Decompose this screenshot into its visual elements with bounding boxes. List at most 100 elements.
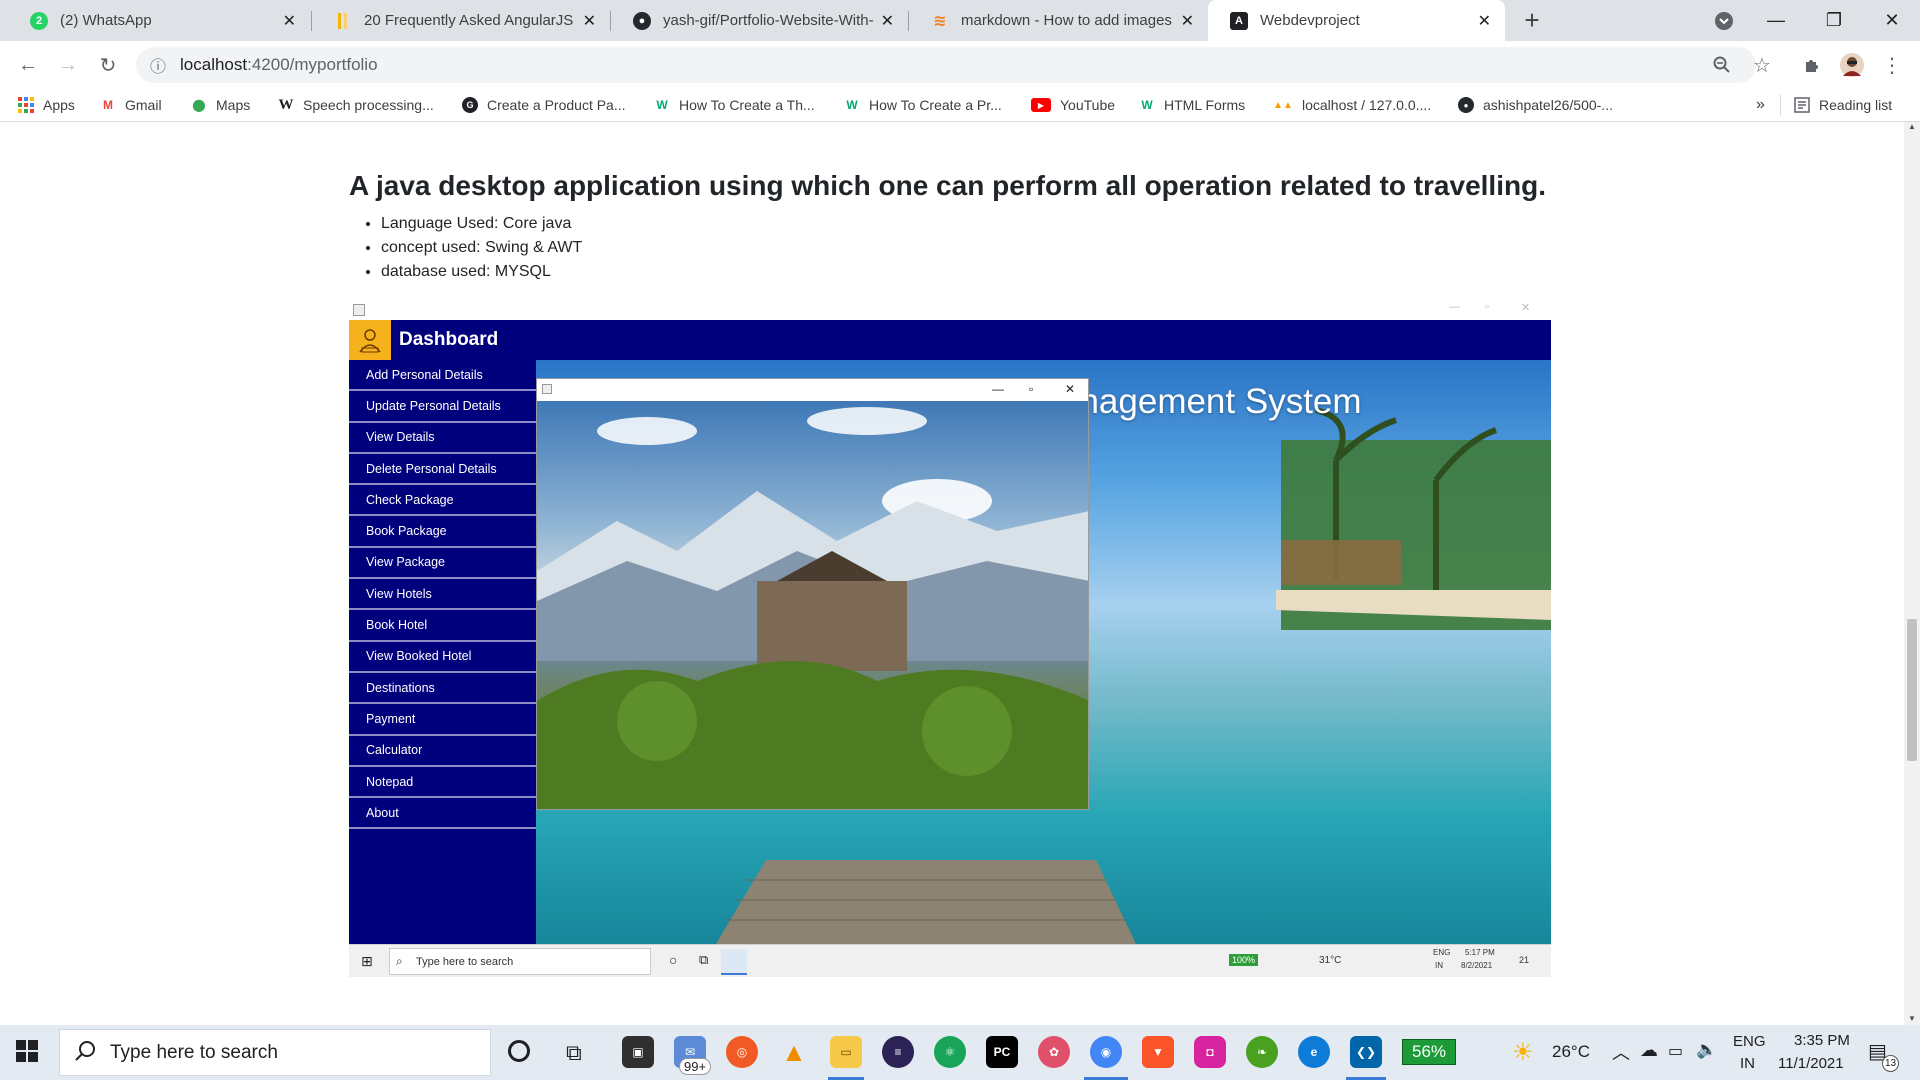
- extensions-puzzle-icon[interactable]: [1796, 49, 1828, 81]
- bookmark-label: Maps: [216, 97, 251, 113]
- language-bottom[interactable]: IN: [1740, 1055, 1755, 1072]
- screenshot-temperature: 31°C: [1319, 955, 1342, 966]
- bookmark-github-ashishpatel[interactable]: ● ashishpatel26/500-...: [1458, 94, 1613, 116]
- w3schools-icon: W: [656, 98, 668, 112]
- reading-list-icon: [1794, 97, 1810, 113]
- task-view-icon[interactable]: ⧉: [566, 1040, 582, 1066]
- vlc-icon[interactable]: ▲: [778, 1036, 810, 1068]
- close-tab-icon[interactable]: ✕: [881, 11, 894, 31]
- bookmark-maps[interactable]: ⬤ Maps: [191, 94, 250, 116]
- cortana-icon[interactable]: [508, 1040, 530, 1062]
- tab-title: 20 Frequently Asked AngularJS In: [364, 12, 575, 29]
- notification-count-badge: 13: [1882, 1055, 1899, 1072]
- pycharm-icon[interactable]: PC: [986, 1036, 1018, 1068]
- file-explorer-icon[interactable]: ▭: [830, 1036, 862, 1068]
- screenshot-clock-date: 8/2/2021: [1461, 961, 1493, 970]
- url-host: localhost: [180, 55, 248, 74]
- back-arrow-icon[interactable]: ←: [12, 49, 44, 81]
- bookmark-create-product-page[interactable]: G Create a Product Pa...: [462, 94, 626, 116]
- reading-list-button[interactable]: Reading list: [1794, 94, 1892, 116]
- language-top[interactable]: ENG: [1733, 1033, 1766, 1050]
- chrome-icon[interactable]: ◉: [1090, 1036, 1122, 1068]
- bookmark-localhost-phpmyadmin[interactable]: ▲▲ localhost / 127.0.0....: [1273, 94, 1431, 116]
- new-tab-button[interactable]: +: [1504, 0, 1560, 41]
- tab-search-icon[interactable]: [1696, 0, 1752, 41]
- taskbar-search-box[interactable]: Type here to search: [59, 1029, 491, 1076]
- instagram-icon[interactable]: ◘: [1194, 1036, 1226, 1068]
- bookmark-youtube[interactable]: ▶ YouTube: [1031, 94, 1115, 116]
- tab-angularjs-article[interactable]: 20 Frequently Asked AngularJS In ✕: [312, 0, 610, 41]
- volume-icon[interactable]: 🔈: [1696, 1040, 1717, 1060]
- windows-start-icon[interactable]: [16, 1040, 38, 1062]
- menu-item: Destinations: [349, 673, 536, 705]
- close-window-icon[interactable]: ✕: [1864, 0, 1920, 41]
- forward-arrow-icon[interactable]: →: [52, 49, 84, 81]
- edge-icon[interactable]: e: [1298, 1036, 1330, 1068]
- windows-start-icon: ⊞: [361, 953, 373, 969]
- reload-icon[interactable]: ↻: [92, 49, 124, 81]
- weather-temperature[interactable]: 26°C: [1552, 1042, 1590, 1062]
- avatar[interactable]: [1836, 49, 1868, 81]
- zoom-icon[interactable]: [1706, 49, 1738, 81]
- close-tab-icon[interactable]: ✕: [583, 11, 596, 31]
- minimize-window-icon[interactable]: —: [1748, 0, 1804, 41]
- minimize-icon: —: [1449, 301, 1460, 313]
- java-window-icon: [542, 384, 552, 394]
- mountain-monastery-image: [537, 401, 1088, 809]
- bookmarks-divider: [1780, 94, 1781, 116]
- weather-sun-cloud-icon[interactable]: ☀: [1512, 1038, 1534, 1067]
- more-bookmarks-button[interactable]: »: [1756, 94, 1765, 116]
- article-icon: [334, 12, 352, 30]
- bookmark-html-forms[interactable]: W HTML Forms: [1139, 94, 1245, 116]
- clock-date[interactable]: 11/1/2021: [1778, 1055, 1844, 1072]
- battery-percentage-badge[interactable]: 56%: [1402, 1039, 1456, 1065]
- leaf-app-icon[interactable]: ❧: [1246, 1036, 1278, 1068]
- bookmark-label: localhost / 127.0.0....: [1302, 97, 1432, 113]
- menu-item: View Booked Hotel: [349, 642, 536, 673]
- url-field[interactable]: ⓘ localhost:4200/myportfolio: [136, 47, 1756, 83]
- brave-icon[interactable]: ▼: [1142, 1036, 1174, 1068]
- scroll-thumb[interactable]: [1907, 619, 1917, 761]
- close-tab-icon[interactable]: ✕: [1478, 11, 1491, 31]
- tab-title: yash-gif/Portfolio-Website-With-: [663, 12, 873, 29]
- bookmark-label: Speech processing...: [303, 97, 434, 113]
- page-scrollbar[interactable]: ▲ ▼: [1904, 122, 1920, 1025]
- maximize-icon: ▫: [1485, 301, 1489, 313]
- bookmark-label: How To Create a Th...: [679, 97, 815, 113]
- ubuntu-icon[interactable]: ◎: [726, 1036, 758, 1068]
- github-icon: ●: [1458, 97, 1474, 113]
- site-info-icon[interactable]: ⓘ: [150, 53, 166, 77]
- bookmark-speech-processing[interactable]: W Speech processing...: [278, 94, 434, 116]
- clock-time[interactable]: 3:35 PM: [1794, 1032, 1850, 1049]
- vscode-icon[interactable]: ❮❯: [1350, 1036, 1382, 1068]
- store-bag-icon[interactable]: ▣: [622, 1036, 654, 1068]
- close-icon: ✕: [1521, 302, 1531, 314]
- close-tab-icon[interactable]: ✕: [1181, 11, 1194, 31]
- splash-window-titlebar: — ▫ ✕: [537, 379, 1088, 401]
- bookmark-w3schools-1[interactable]: W How To Create a Th...: [654, 94, 815, 116]
- more-menu-icon[interactable]: ⋮: [1876, 49, 1908, 81]
- tab-stackoverflow[interactable]: ≋ markdown - How to add images ✕: [909, 0, 1208, 41]
- java-app-taskbar-icon: [721, 949, 747, 975]
- chevron-up-icon[interactable]: ︿: [1612, 1039, 1630, 1065]
- tab-whatsapp[interactable]: 2 (2) WhatsApp ✕: [8, 0, 310, 41]
- scroll-down-arrow-icon[interactable]: ▼: [1908, 1014, 1916, 1023]
- tab-webdevproject[interactable]: A Webdevproject ✕: [1208, 0, 1505, 41]
- bookmark-gmail[interactable]: M Gmail: [100, 94, 162, 116]
- gitkraken-icon[interactable]: ✿: [1038, 1036, 1070, 1068]
- dashboard-sidebar: Add Personal Details Update Personal Det…: [349, 360, 536, 944]
- scroll-up-arrow-icon[interactable]: ▲: [1908, 122, 1916, 131]
- restore-window-icon[interactable]: ❐: [1806, 0, 1862, 41]
- tab-github-portfolio[interactable]: ● yash-gif/Portfolio-Website-With- ✕: [611, 0, 908, 41]
- bookmark-w3schools-2[interactable]: W How To Create a Pr...: [844, 94, 1001, 116]
- atom-icon[interactable]: ⚛: [934, 1036, 966, 1068]
- close-tab-icon[interactable]: ✕: [283, 11, 296, 31]
- eclipse-icon[interactable]: ≡: [882, 1036, 914, 1068]
- detail-database: database used: MYSQL: [381, 260, 582, 284]
- battery-icon[interactable]: ▭: [1668, 1041, 1683, 1061]
- network-icon[interactable]: ☁: [1640, 1040, 1658, 1061]
- bookmark-label: Apps: [43, 97, 75, 113]
- bookmark-star-icon[interactable]: ☆: [1746, 49, 1778, 81]
- whatsapp-icon: 2: [30, 11, 48, 30]
- bookmark-apps[interactable]: Apps: [18, 94, 75, 116]
